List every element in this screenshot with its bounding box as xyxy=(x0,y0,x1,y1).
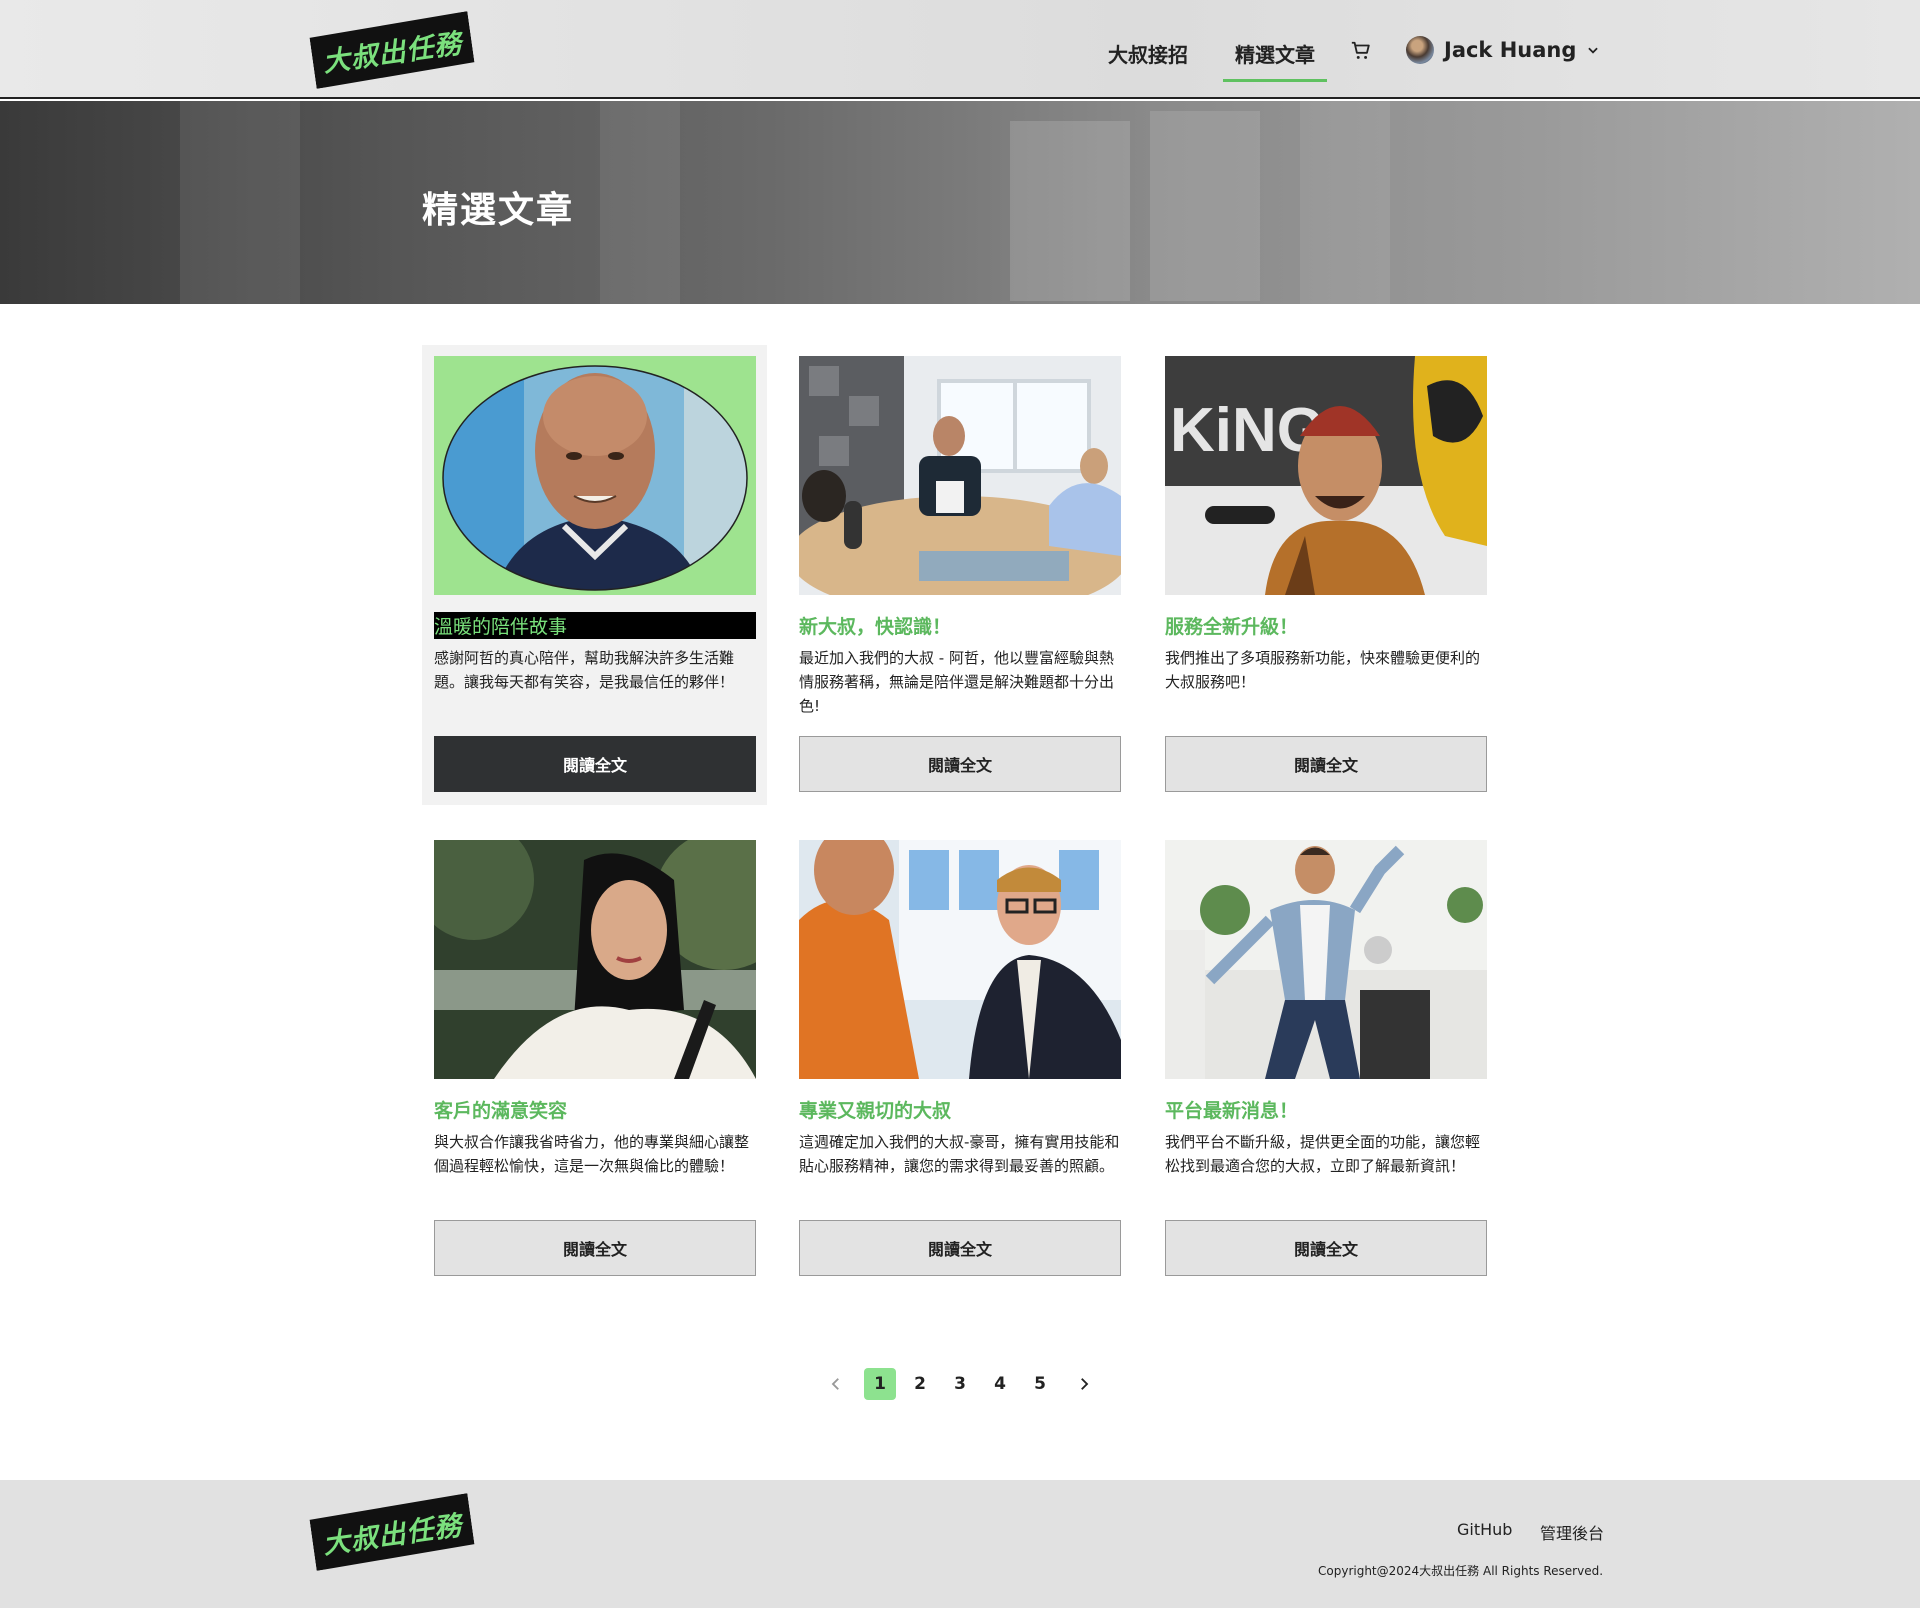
read-more-button[interactable]: 閱讀全文 xyxy=(434,736,756,792)
logo-text: 大叔出任務 xyxy=(320,27,464,79)
page-banner: 精選文章 xyxy=(0,101,1920,304)
pagination-prev[interactable] xyxy=(820,1368,852,1400)
pagination-page[interactable]: 3 xyxy=(944,1368,976,1400)
article-excerpt: 我們平台不斷升級，提供更全面的功能，讓您輕松找到最適合您的大叔，立即了解最新資訊… xyxy=(1165,1133,1481,1175)
page-title: 精選文章 xyxy=(422,190,575,231)
read-more-button[interactable]: 閱讀全文 xyxy=(799,1220,1121,1276)
cart-icon[interactable] xyxy=(1350,40,1372,62)
article-title: 服務全新升級！ xyxy=(1165,616,1299,638)
article-excerpt: 最近加入我們的大叔 - 阿哲，他以豐富經驗與熱情服務著稱，無論是陪伴還是解決難題… xyxy=(799,649,1115,715)
article-card: KiNG 服務全新升級！ 我們推出了多項服務新功能，快來體驗更便利的大叔服務吧！… xyxy=(1165,356,1487,792)
pagination-page[interactable]: 1 xyxy=(864,1368,896,1400)
article-image xyxy=(799,840,1121,1079)
article-card: 專業又親切的大叔 這週確定加入我們的大叔-豪哥，擁有實用技能和貼心服務精神，讓您… xyxy=(799,840,1121,1276)
article-title: 平台最新消息！ xyxy=(1165,1100,1299,1122)
avatar xyxy=(1406,36,1434,64)
article-excerpt: 這週確定加入我們的大叔-豪哥，擁有實用技能和貼心服務精神，讓您的需求得到最妥善的… xyxy=(799,1133,1120,1175)
article-card: 溫暖的陪伴故事 感謝阿哲的真心陪伴，幫助我解決許多生活難題。讓我每天都有笑容，是… xyxy=(434,356,756,792)
logo-text: 大叔出任務 xyxy=(320,1509,464,1561)
article-image xyxy=(434,840,756,1079)
article-title: 新大叔，快認識！ xyxy=(799,616,952,638)
pagination-page[interactable]: 2 xyxy=(904,1368,936,1400)
pagination-page[interactable]: 5 xyxy=(1024,1368,1056,1400)
footer-logo[interactable]: 大叔出任務 xyxy=(309,1493,475,1571)
article-image: KiNG xyxy=(1165,356,1487,595)
article-excerpt: 與大叔合作讓我省時省力，他的專業與細心讓整個過程輕松愉快，這是一次無與倫比的體驗… xyxy=(434,1133,750,1175)
article-image xyxy=(1165,840,1487,1079)
article-excerpt: 我們推出了多項服務新功能，快來體驗更便利的大叔服務吧！ xyxy=(1165,649,1481,691)
article-title: 溫暖的陪伴故事 xyxy=(434,612,756,639)
nav-link-featured-articles[interactable]: 精選文章 xyxy=(1223,39,1327,82)
article-card: 平台最新消息！ 我們平台不斷升級，提供更全面的功能，讓您輕松找到最適合您的大叔，… xyxy=(1165,840,1487,1276)
pagination-next[interactable] xyxy=(1068,1368,1100,1400)
chevron-left-icon xyxy=(831,1378,839,1390)
article-title: 客戶的滿意笑容 xyxy=(434,1100,568,1122)
site-footer: 大叔出任務 GitHub 管理後台 Copyright@2024大叔出任務 Al… xyxy=(0,1480,1920,1608)
article-image xyxy=(799,356,1121,595)
footer-link-admin[interactable]: 管理後台 xyxy=(1540,1520,1604,1544)
pagination-page[interactable]: 4 xyxy=(984,1368,1016,1400)
user-name: Jack Huang xyxy=(1444,38,1577,62)
chevron-right-icon xyxy=(1081,1378,1089,1390)
article-card: 客戶的滿意笑容 與大叔合作讓我省時省力，他的專業與細心讓整個過程輕松愉快，這是一… xyxy=(434,840,756,1276)
article-title: 專業又親切的大叔 xyxy=(799,1100,952,1122)
read-more-button[interactable]: 閱讀全文 xyxy=(799,736,1121,792)
site-logo[interactable]: 大叔出任務 xyxy=(309,11,475,89)
read-more-button[interactable]: 閱讀全文 xyxy=(434,1220,756,1276)
read-more-button[interactable]: 閱讀全文 xyxy=(1165,736,1487,792)
copyright: Copyright@2024大叔出任務 All Rights Reserved. xyxy=(1318,1564,1604,1578)
nav-link-uncle-challenge[interactable]: 大叔接招 xyxy=(1108,39,1188,68)
site-header: 大叔出任務 大叔接招 精選文章 Jack Huang xyxy=(0,0,1920,99)
chevron-down-icon xyxy=(1588,47,1599,54)
pagination: 1 2 3 4 5 xyxy=(0,1368,1920,1400)
footer-link-github[interactable]: GitHub xyxy=(1457,1520,1512,1539)
article-image xyxy=(434,356,756,595)
read-more-button[interactable]: 閱讀全文 xyxy=(1165,1220,1487,1276)
article-excerpt: 感謝阿哲的真心陪伴，幫助我解決許多生活難題。讓我每天都有笑容，是我最信任的夥伴！ xyxy=(434,649,735,691)
article-card: 新大叔，快認識！ 最近加入我們的大叔 - 阿哲，他以豐富經驗與熱情服務著稱，無論… xyxy=(799,356,1121,792)
user-menu[interactable]: Jack Huang xyxy=(1406,36,1600,64)
